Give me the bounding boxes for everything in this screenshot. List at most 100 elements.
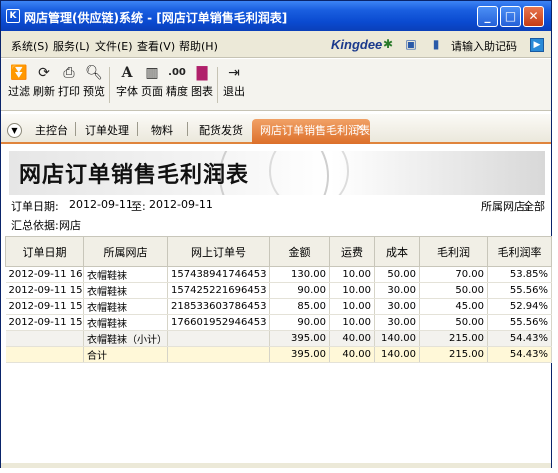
table-header-row: 订单日期 所属网店 网上订单号 金额 运费 成本 毛利润 毛利润率 — [5, 236, 552, 267]
page-icon: ▥ — [145, 65, 159, 81]
cell-order-date: 2012-09-11 16:00 — [5, 266, 84, 283]
cell-profit: 215.00 — [419, 330, 488, 347]
cell-profit: 45.00 — [419, 298, 488, 315]
cell-freight: 10.00 — [329, 266, 375, 283]
print-icon: ⎙ — [63, 65, 75, 81]
cell-order-no: 218533603786453 — [167, 298, 270, 315]
table-row[interactable]: 2012-09-11 16:00 衣帽鞋袜 157438941746453 13… — [5, 266, 552, 283]
subtotal-row[interactable]: 衣帽鞋袜（小计） 395.00 40.00 140.00 215.00 54.4… — [5, 330, 552, 347]
cell-cost: 30.00 — [374, 282, 420, 299]
nav-separator — [137, 122, 138, 136]
report-banner: 网店订单销售毛利润表 — [9, 151, 545, 195]
exit-label: 退出 — [223, 85, 245, 98]
col-header-store[interactable]: 所属网店 — [83, 236, 168, 267]
status-bar — [1, 463, 551, 468]
menu-file[interactable]: 文件(E) — [95, 38, 133, 54]
cell-profit-rate: 55.56% — [487, 314, 552, 331]
cell-order-no: 157425221696453 — [167, 282, 270, 299]
nav-separator — [75, 122, 76, 136]
col-header-profit-rate[interactable]: 毛利润率 — [487, 236, 552, 267]
cell-order-no — [167, 330, 270, 347]
help-code-input[interactable]: 请输入助记码 — [451, 38, 517, 54]
cell-profit: 50.00 — [419, 314, 488, 331]
cell-order-date — [5, 346, 84, 363]
cell-freight: 40.00 — [329, 330, 375, 347]
window-title: 网店管理(供应链)系统 - [网店订单销售毛利润表] — [24, 11, 288, 25]
cell-cost: 140.00 — [374, 330, 420, 347]
cell-amount: 130.00 — [269, 266, 330, 283]
kingdee-logo: Kingdee — [331, 37, 383, 52]
tab-order-processing[interactable]: 订单处理 — [85, 122, 129, 138]
tab-profit-report-label: 网店订单销售毛利润表 — [260, 124, 370, 137]
cell-freight: 10.00 — [329, 282, 375, 299]
chart-button[interactable]: ▇ 图表 — [189, 63, 215, 105]
order-date-label: 订单日期: — [11, 200, 59, 213]
nav-bar: ▼ 主控台 订单处理 物料 配货发货 网店订单销售毛利润表 ✕ — [1, 114, 551, 144]
minimize-button[interactable]: _ — [477, 6, 498, 27]
cell-cost: 140.00 — [374, 346, 420, 363]
cell-order-no — [167, 346, 270, 363]
col-header-order-no[interactable]: 网上订单号 — [167, 236, 270, 267]
message-icon[interactable]: ▣ — [404, 37, 418, 51]
col-header-amount[interactable]: 金额 — [269, 236, 330, 267]
menu-service[interactable]: 服务(L) — [53, 38, 90, 54]
cell-amount: 395.00 — [269, 346, 330, 363]
cell-profit-rate: 54.43% — [487, 330, 552, 347]
col-header-profit[interactable]: 毛利润 — [419, 236, 488, 267]
cell-order-no: 176601952946453 — [167, 314, 270, 331]
store-filter-label: 所属网店: — [481, 200, 529, 213]
col-header-order-date[interactable]: 订单日期 — [5, 236, 84, 267]
menu-view[interactable]: 查看(V) — [137, 38, 175, 54]
preview-icon: 🔍︎ — [85, 65, 103, 81]
go-icon[interactable]: ▶ — [530, 38, 544, 52]
cell-profit-rate: 52.94% — [487, 298, 552, 315]
menu-system[interactable]: 系统(S) — [11, 38, 49, 54]
tab-distribution[interactable]: 配货发货 — [199, 122, 243, 138]
cell-profit: 50.00 — [419, 282, 488, 299]
app-window: K 网店管理(供应链)系统 - [网店订单销售毛利润表] _ □ ✕ 系统(S)… — [0, 0, 552, 468]
maximize-button[interactable]: □ — [500, 6, 521, 27]
cell-store: 衣帽鞋袜 — [83, 282, 168, 299]
cell-freight: 10.00 — [329, 314, 375, 331]
tab-profit-report[interactable]: 网店订单销售毛利润表 ✕ — [252, 119, 370, 144]
cell-amount: 395.00 — [269, 330, 330, 347]
summary-basis-value: 网店 — [59, 219, 81, 232]
cell-store: 衣帽鞋袜（小计） — [83, 330, 168, 347]
person-icon[interactable]: ✱ — [381, 37, 395, 51]
cell-profit: 70.00 — [419, 266, 488, 283]
total-row[interactable]: 合计 395.00 40.00 140.00 215.00 54.43% — [5, 346, 552, 363]
filter-icon: ⏬ — [10, 65, 28, 81]
toolbar: ⏬ 过滤 ⟳ 刷新 ⎙ 打印 🔍︎ 预览 A 字体 ▥ 页面 .00 精度 ▇ — [1, 59, 551, 111]
exit-icon: ⇥ — [228, 65, 240, 81]
close-button[interactable]: ✕ — [523, 6, 544, 27]
close-tab-icon[interactable]: ✕ — [356, 124, 366, 134]
order-date-to-label: 至: — [131, 200, 146, 213]
report-title: 网店订单销售毛利润表 — [19, 163, 250, 188]
tab-materials[interactable]: 物料 — [151, 122, 173, 138]
cell-store: 衣帽鞋袜 — [83, 266, 168, 283]
col-header-cost[interactable]: 成本 — [374, 236, 420, 267]
table-row[interactable]: 2012-09-11 15:50 衣帽鞋袜 176601952946453 90… — [5, 314, 552, 331]
preview-button[interactable]: 🔍︎ 预览 — [81, 63, 107, 105]
col-header-freight[interactable]: 运费 — [329, 236, 375, 267]
cell-store: 衣帽鞋袜 — [83, 298, 168, 315]
cell-order-no: 157438941746453 — [167, 266, 270, 283]
cell-cost: 30.00 — [374, 298, 420, 315]
cell-amount: 90.00 — [269, 282, 330, 299]
cell-order-date: 2012-09-11 15:05 — [5, 298, 84, 315]
tab-dashboard[interactable]: 主控台 — [35, 122, 68, 138]
cell-profit: 215.00 — [419, 346, 488, 363]
table-row[interactable]: 2012-09-11 15:05 衣帽鞋袜 218533603786453 85… — [5, 298, 552, 315]
chevron-down-icon[interactable]: ▼ — [7, 123, 22, 138]
table-row[interactable]: 2012-09-11 15:05 衣帽鞋袜 157425221696453 90… — [5, 282, 552, 299]
menu-bar: 系统(S) 服务(L) 文件(E) 查看(V) 帮助(H) Kingdee ✱ … — [1, 31, 551, 58]
exit-button[interactable]: ⇥ 退出 — [221, 63, 247, 105]
phone-icon[interactable]: ▮ — [429, 37, 443, 51]
cell-cost: 50.00 — [374, 266, 420, 283]
cell-amount: 90.00 — [269, 314, 330, 331]
cell-freight: 10.00 — [329, 298, 375, 315]
refresh-icon: ⟳ — [38, 65, 50, 81]
nav-separator — [187, 122, 188, 136]
app-icon: K — [6, 9, 20, 23]
menu-help[interactable]: 帮助(H) — [179, 38, 218, 54]
